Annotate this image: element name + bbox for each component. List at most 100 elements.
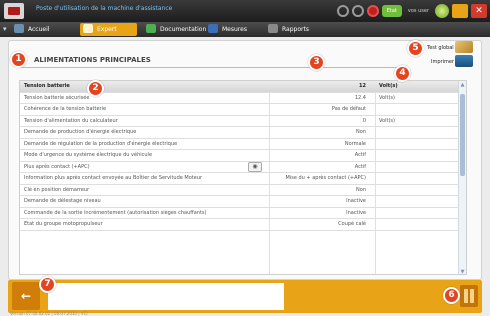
refresh-icon[interactable] [351,5,364,17]
cell-name: Demande de production d'énergie électriq… [24,129,137,135]
cell-unit [376,104,458,115]
app-logo-icon [4,3,24,19]
cell-value: 12 [359,83,366,89]
tab-label: Documentation [160,26,207,33]
cell-name: Etat du groupe motopropulseur [24,221,103,227]
imprimer-label: Imprimer [431,59,454,65]
chevron-down-icon[interactable]: ▾ [3,23,7,36]
cell-name: Tension batterie [24,83,70,89]
table-scrollbar[interactable]: ▲ ▼ [458,81,466,274]
cell-value: Coupé calé [338,221,366,227]
tab-accueil[interactable]: Accueil [14,23,49,36]
tab-documentation[interactable]: Documentation [146,23,206,36]
message-area [48,283,284,310]
callout-badge: 3 [308,54,325,71]
minimize-button[interactable] [452,4,468,18]
alert-icon[interactable] [366,5,379,17]
tab-label: Rapports [282,26,309,33]
cell-name: Information plus après contact envoyée a… [24,175,203,181]
callout-badge: 1 [10,51,27,68]
title-bar: Poste d'utilisation de la machine d'assi… [0,0,490,22]
nav-bar: ▾ Accueil Expert Documentation Mesures R… [0,22,490,37]
cell-unit: Volt(s) [379,117,395,124]
cell-unit [376,185,458,196]
expert-icon [83,24,93,33]
table-row[interactable]: Etat du groupe motopropulseur Coupé calé [20,219,466,231]
table-row[interactable]: Information plus après contact envoyée a… [20,173,466,185]
camera-icon[interactable]: ◉ [248,161,262,172]
cell-value: Inactive [346,209,366,216]
callout-badge: 5 [407,40,424,57]
cell-name: Clé en position démarreur [24,186,90,193]
close-button[interactable]: ✕ [471,4,487,18]
table-row[interactable]: Clé en position démarreur Non [20,185,466,196]
section-title: ALIMENTATIONS PRINCIPALES [34,56,151,64]
tab-rapports[interactable]: Rapports [268,23,309,36]
meter-icon [208,24,218,33]
cell-name: Tension batterie sécurisée [24,94,90,101]
table-row[interactable]: Tension batterie sécurisée 12.4 Volt(s) [20,93,466,104]
cell-value: Actif [354,152,366,158]
pause-button[interactable] [460,285,478,307]
cell-value: Pas de défaut [331,106,366,112]
window-title: Poste d'utilisation de la machine d'assi… [36,5,173,12]
cell-name: Plus après contact (+APC) [24,163,90,170]
scroll-down-icon[interactable]: ▼ [460,269,465,274]
callout-badge: 2 [87,80,104,97]
footer-bar: ← [8,280,482,313]
cell-unit [376,162,458,173]
titlebar-controls: Etat vos user ✕ [336,2,490,20]
scroll-up-icon[interactable]: ▲ [460,82,465,88]
table-row[interactable]: Plus après contact (+APC) ◉ Actif [20,161,466,173]
table-row[interactable]: Cohérence de la tension batterie Pas de … [20,104,466,116]
cell-value: Normale [344,140,366,147]
printer-icon[interactable] [455,55,473,67]
user-label: vos user [407,8,429,14]
online-indicator-icon [435,4,449,18]
table-row[interactable]: Demande de délestage niveau Inactive [20,196,466,208]
table-row[interactable]: Demande de régulation de la production d… [20,139,466,150]
wrench-icon[interactable] [455,41,473,53]
cell-value: 12.4 [354,94,366,101]
cell-value: Inactive [346,198,366,204]
cell-value: 0 [362,117,366,124]
arrow-left-icon: ← [20,289,32,303]
tab-expert[interactable]: Expert [80,23,137,36]
tab-mesures[interactable]: Mesures [208,23,247,36]
cell-unit [376,173,458,184]
connection-icon[interactable] [336,5,349,17]
cell-name: Demande de délestage niveau [24,198,101,204]
cell-unit [376,150,458,161]
scrollbar-thumb[interactable] [460,94,465,176]
parameter-table: Tension batterie 12 Volt(s) Tension batt… [19,80,467,275]
cell-name: Demande de régulation de la production d… [24,140,178,147]
tab-label: Mesures [222,26,247,33]
back-button[interactable]: ← [12,282,40,310]
tab-label: Accueil [28,26,50,33]
cell-unit [376,196,458,207]
divider [19,67,399,68]
version-status: Version 07.00.02.02 | 06.07.2010 | VCI [10,311,88,316]
cell-name: Commande de la sortie incrémentement (au… [24,209,207,216]
callout-badge: 4 [394,65,411,82]
report-icon [268,24,278,33]
cell-unit: Volt(s) [379,94,395,101]
cell-unit [376,127,458,138]
tab-label: Expert [97,26,117,33]
cell-name: Mode d'urgence du système électrique du … [24,152,153,158]
home-icon [14,24,24,33]
test-global-label: Test global [427,45,454,51]
table-row[interactable]: Mode d'urgence du système électrique du … [20,150,466,162]
callout-badge: 7 [39,276,56,293]
cell-value: Non [356,129,366,135]
status-badge: Etat [381,5,402,17]
table-row[interactable]: Tension d'alimentation du calculateur 0 … [20,116,466,127]
cell-unit [376,208,458,219]
callout-badge: 6 [443,287,460,304]
table-row[interactable]: Demande de production d'énergie électriq… [20,127,466,139]
table-row[interactable]: Commande de la sortie incrémentement (au… [20,208,466,219]
main-panel: 1 ALIMENTATIONS PRINCIPALES 5 Test globa… [8,40,482,280]
cell-unit [376,219,458,230]
cell-value: Actif [354,163,366,170]
cell-value: Non [356,186,366,193]
